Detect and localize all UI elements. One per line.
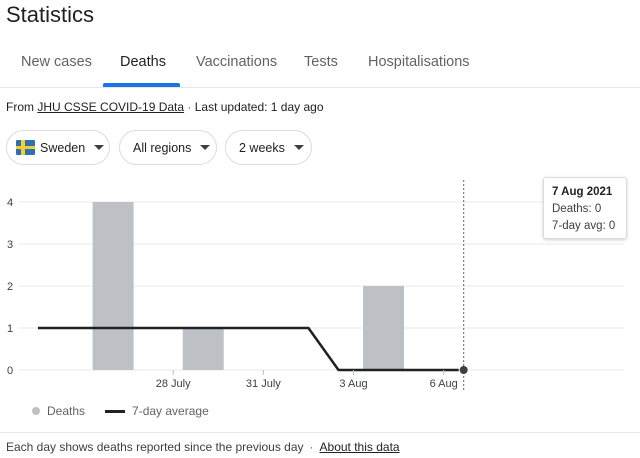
data-source-line: From JHU CSSE COVID-19 Data · Last updat… bbox=[6, 100, 324, 114]
deaths-bar bbox=[92, 202, 134, 370]
tab-tests[interactable]: Tests bbox=[304, 54, 338, 70]
source-separator: · bbox=[184, 100, 195, 114]
footer: Each day shows deaths reported since the… bbox=[6, 440, 400, 454]
period-select[interactable]: 2 weeks bbox=[225, 130, 312, 165]
footer-note: Each day shows deaths reported since the… bbox=[6, 440, 304, 454]
country-select-label: Sweden bbox=[40, 140, 86, 155]
deaths-bar bbox=[363, 286, 405, 370]
x-tick-label: 31 July bbox=[246, 378, 281, 390]
region-select-label: All regions bbox=[133, 140, 192, 155]
chart-tooltip: 7 Aug 2021 Deaths: 0 7-day avg: 0 bbox=[543, 177, 627, 239]
sweden-flag-icon bbox=[16, 140, 35, 155]
tab-vaccinations[interactable]: Vaccinations bbox=[196, 54, 277, 70]
last-updated: Last updated: 1 day ago bbox=[194, 100, 324, 114]
chevron-down-icon bbox=[200, 145, 211, 150]
tab-bar: New cases Deaths Vaccinations Tests Hosp… bbox=[0, 42, 640, 88]
legend-average-label: 7-day average bbox=[132, 404, 209, 418]
y-tick-label: 1 bbox=[7, 323, 13, 335]
tab-new-cases[interactable]: New cases bbox=[21, 54, 92, 70]
deaths-legend-swatch bbox=[32, 407, 40, 415]
country-select[interactable]: Sweden bbox=[6, 130, 110, 165]
chevron-down-icon bbox=[293, 145, 304, 150]
deaths-bar bbox=[182, 328, 224, 370]
y-tick-label: 2 bbox=[7, 281, 13, 293]
chevron-down-icon bbox=[94, 145, 105, 150]
y-tick-label: 4 bbox=[7, 197, 13, 209]
source-prefix: From bbox=[6, 100, 38, 114]
tooltip-deaths: Deaths: 0 bbox=[552, 203, 602, 215]
x-tick-label: 28 July bbox=[156, 378, 191, 390]
about-data-link[interactable]: About this data bbox=[320, 440, 400, 454]
x-tick-label: 3 Aug bbox=[339, 378, 367, 390]
legend-deaths-label: Deaths bbox=[47, 404, 86, 418]
region-select[interactable]: All regions bbox=[119, 130, 217, 165]
page-title: Statistics bbox=[6, 2, 95, 27]
y-tick-label: 0 bbox=[7, 365, 13, 377]
tooltip-average: 7-day avg: 0 bbox=[552, 220, 616, 232]
footer-divider bbox=[0, 432, 640, 433]
tooltip-date: 7 Aug 2021 bbox=[552, 186, 613, 198]
x-tick-label: 6 Aug bbox=[430, 378, 458, 390]
average-legend-swatch bbox=[105, 409, 126, 413]
chart-legend: Deaths 7-day average bbox=[32, 404, 209, 418]
tab-hospitalisations[interactable]: Hospitalisations bbox=[368, 54, 470, 70]
source-link[interactable]: JHU CSSE COVID-19 Data bbox=[37, 100, 184, 114]
active-tab-indicator bbox=[103, 83, 180, 87]
tab-deaths[interactable]: Deaths bbox=[120, 54, 166, 70]
y-tick-label: 3 bbox=[7, 239, 13, 251]
footer-separator: · bbox=[309, 440, 314, 454]
hover-point bbox=[459, 366, 468, 374]
period-select-label: 2 weeks bbox=[239, 140, 285, 155]
